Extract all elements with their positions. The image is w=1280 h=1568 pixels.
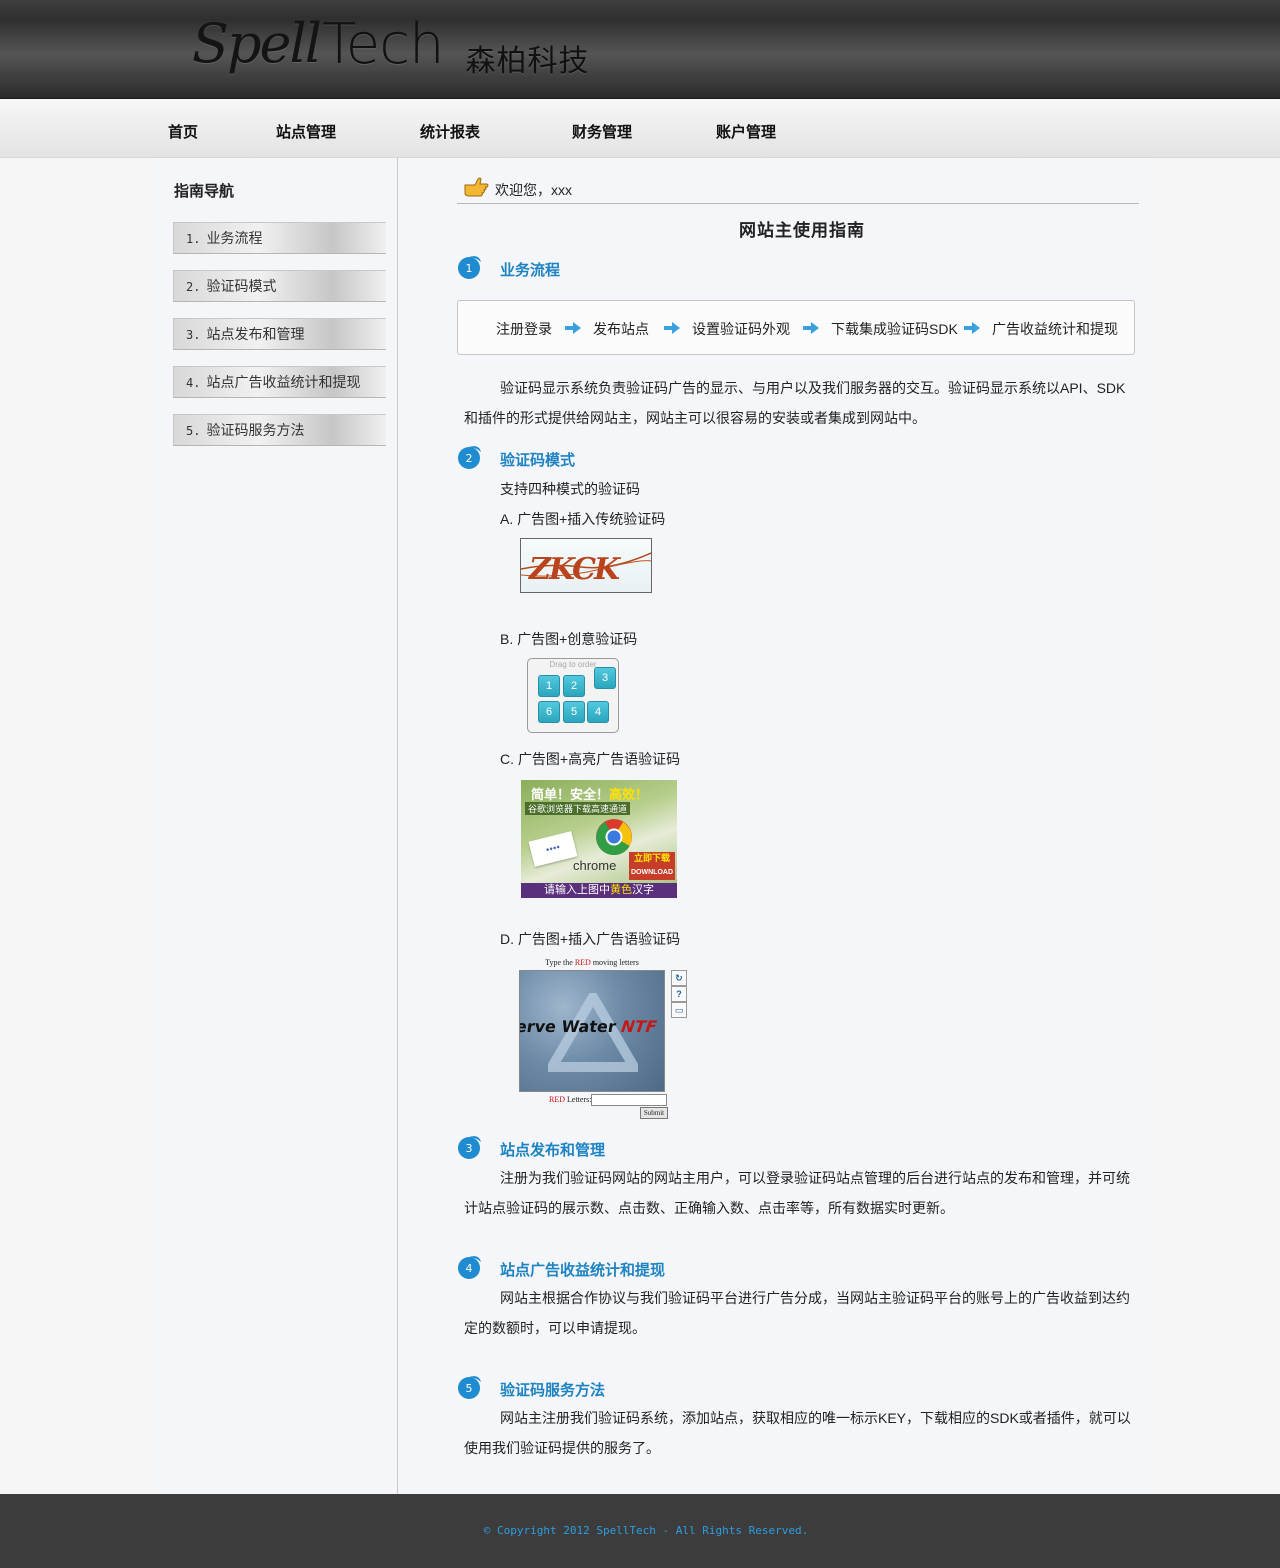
sidebar-item-service-method[interactable]: 5. 验证码服务方法 bbox=[173, 414, 386, 446]
section-number: 1 bbox=[466, 262, 473, 275]
sidebar-item-number: 2. bbox=[186, 280, 201, 294]
chrome-logo-icon bbox=[596, 819, 632, 856]
section4-paragraph: 网站主根据合作协议与我们验证码平台进行广告分成，当网站主验证码平台的账号上的广告… bbox=[464, 1290, 1130, 1336]
guide-main: 欢迎您，xxx 网站主使用指南 1 业务流程 注册登录 发布站点 设置验证码外观… bbox=[457, 158, 1141, 1494]
captcha-tile[interactable]: 1 bbox=[538, 675, 560, 697]
arrow-right-icon bbox=[803, 322, 819, 334]
captcha-a-image: ZKCK bbox=[520, 538, 652, 593]
help-icon[interactable]: ? bbox=[671, 986, 687, 1002]
ad-card: ●●●● bbox=[528, 831, 578, 867]
main-nav: 首页 站点管理 统计报表 财务管理 账户管理 bbox=[0, 99, 1280, 158]
sidebar-item-label: 业务流程 bbox=[206, 230, 263, 246]
section-number: 4 bbox=[466, 1262, 473, 1275]
section3-paragraph: 注册为我们验证码网站的网站主用户，可以登录验证码站点管理的后台进行站点的发布和管… bbox=[464, 1170, 1130, 1216]
chrome-wordmark: chrome bbox=[573, 858, 617, 873]
section1-paragraph: 验证码显示系统负责验证码广告的显示、与用户以及我们服务器的交互。验证码显示系统以… bbox=[464, 380, 1126, 426]
sidebar-item-number: 4. bbox=[186, 376, 201, 390]
captcha-tile[interactable]: 2 bbox=[563, 675, 585, 697]
section-title-revenue: 站点广告收益统计和提现 bbox=[500, 1262, 666, 1279]
ad-subtitle: 谷歌浏览器下载高速通道 bbox=[525, 802, 631, 815]
site-logo[interactable]: SpellTech 森柏科技 bbox=[192, 12, 590, 92]
sidebar-item-label: 验证码服务方法 bbox=[206, 422, 305, 438]
content-area: 指南导航 1. 业务流程 2. 验证码模式 3. 站点发布和管理 4. 站点广告收益统计… bbox=[151, 158, 1153, 1494]
section-number-icon: 4 bbox=[458, 1256, 481, 1279]
sidebar-item-number: 1. bbox=[186, 232, 201, 246]
captcha-c-prompt: 请输入上图中黄色汉字 bbox=[521, 883, 677, 898]
download-button[interactable]: 立即下载 DOWNLOAD bbox=[629, 852, 675, 880]
section-number-icon: 3 bbox=[458, 1136, 481, 1159]
sidebar-item-label: 站点广告收益统计和提现 bbox=[206, 374, 361, 390]
business-flow-box: 注册登录 发布站点 设置验证码外观 下载集成验证码SDK 广告收益统计和提现 bbox=[457, 300, 1135, 355]
section-number-icon: 2 bbox=[458, 446, 481, 469]
welcome-bar: 欢迎您，xxx bbox=[457, 176, 1139, 204]
flow-step: 发布站点 bbox=[593, 321, 649, 337]
mode-a-label: A. 广告图+插入传统验证码 bbox=[500, 511, 666, 527]
sidebar-item-revenue-withdrawal[interactable]: 4. 站点广告收益统计和提现 bbox=[173, 366, 386, 398]
captcha-d-submit-button[interactable]: Submit bbox=[640, 1107, 668, 1119]
nav-item-home[interactable]: 首页 bbox=[168, 121, 198, 142]
arrow-right-icon bbox=[565, 322, 581, 334]
captcha-d-image: erve Water NTF bbox=[519, 970, 665, 1092]
mode-b-label: B. 广告图+创意验证码 bbox=[500, 631, 638, 647]
logo-cn-text: 森柏科技 bbox=[465, 44, 590, 79]
audio-icon[interactable]: ▭ bbox=[671, 1002, 687, 1018]
sidebar-item-site-publishing[interactable]: 3. 站点发布和管理 bbox=[173, 318, 386, 350]
guide-sidebar: 指南导航 1. 业务流程 2. 验证码模式 3. 站点发布和管理 4. 站点广告收益统计… bbox=[151, 158, 398, 1494]
welcome-text: 欢迎您，xxx bbox=[495, 182, 572, 198]
captcha-d-instruction: Type the RED moving letters bbox=[545, 958, 639, 967]
flow-step: 设置验证码外观 bbox=[692, 321, 790, 337]
sidebar-item-label: 验证码模式 bbox=[206, 278, 277, 294]
page-title: 网站主使用指南 bbox=[739, 221, 865, 240]
site-header: SpellTech 森柏科技 bbox=[0, 0, 1280, 99]
flow-step: 注册登录 bbox=[496, 321, 552, 337]
flow-step: 下载集成验证码SDK bbox=[831, 321, 958, 337]
captcha-d-input-label: RED Letters: bbox=[549, 1095, 592, 1104]
nav-item-account[interactable]: 账户管理 bbox=[716, 121, 776, 142]
captcha-d-input[interactable] bbox=[591, 1094, 667, 1106]
section5-paragraph: 网站主注册我们验证码系统，添加站点，获取相应的唯一标示KEY，下载相应的SDK或… bbox=[464, 1410, 1131, 1456]
section-number: 2 bbox=[466, 452, 473, 465]
section-title-service-method: 验证码服务方法 bbox=[500, 1382, 606, 1399]
logo-script-text: Spell bbox=[192, 12, 322, 75]
sidebar-title: 指南导航 bbox=[174, 183, 235, 200]
section-number: 3 bbox=[466, 1142, 473, 1155]
nav-item-statistics[interactable]: 统计报表 bbox=[420, 121, 480, 142]
sidebar-item-label: 站点发布和管理 bbox=[206, 326, 305, 342]
mode-d-label: D. 广告图+插入广告语验证码 bbox=[500, 931, 681, 947]
captcha-d-widget: Type the RED moving letters erve Water N… bbox=[519, 958, 694, 1123]
ad-slogan: 简单！安全！高效！ bbox=[531, 787, 649, 802]
nav-item-site-management[interactable]: 站点管理 bbox=[276, 121, 336, 142]
logo-tech-text: Tech bbox=[322, 12, 444, 77]
captcha-b-image[interactable]: Drag to order 1 2 3 6 5 4 bbox=[527, 658, 619, 733]
flow-step: 广告收益统计和提现 bbox=[992, 321, 1118, 337]
refresh-icon[interactable]: ↻ bbox=[671, 970, 687, 986]
captcha-d-word: erve Water NTF bbox=[519, 1017, 659, 1036]
section-title-business-flow: 业务流程 bbox=[500, 262, 561, 279]
pointing-hand-icon bbox=[463, 176, 489, 201]
copyright-text: © Copyright 2012 SpellTech - All Rights … bbox=[483, 1524, 809, 1537]
sidebar-item-business-flow[interactable]: 1. 业务流程 bbox=[173, 222, 386, 254]
section-number-icon: 5 bbox=[458, 1376, 481, 1399]
sidebar-item-captcha-modes[interactable]: 2. 验证码模式 bbox=[173, 270, 386, 302]
mode-c-label: C. 广告图+高亮广告语验证码 bbox=[500, 751, 681, 767]
captcha-tile[interactable]: 6 bbox=[538, 701, 560, 723]
arrow-right-icon bbox=[964, 322, 980, 334]
sidebar-item-number: 5. bbox=[186, 424, 201, 438]
section-title-captcha-modes: 验证码模式 bbox=[500, 452, 576, 469]
section2-intro: 支持四种模式的验证码 bbox=[500, 481, 640, 497]
captcha-tile[interactable]: 4 bbox=[587, 701, 609, 723]
captcha-tile[interactable]: 3 bbox=[594, 667, 616, 689]
site-footer: © Copyright 2012 SpellTech - All Rights … bbox=[0, 1494, 1280, 1568]
captcha-a-text: ZKCK bbox=[528, 552, 622, 587]
arrow-right-icon bbox=[664, 322, 680, 334]
captcha-tile[interactable]: 5 bbox=[563, 701, 585, 723]
nav-item-finance[interactable]: 财务管理 bbox=[572, 121, 632, 142]
section-number: 5 bbox=[466, 1382, 473, 1395]
sidebar-item-number: 3. bbox=[186, 328, 201, 342]
captcha-c-ad-image: 简单！安全！高效！ 谷歌浏览器下载高速通道 ●●●● chrome 立即下载 DO… bbox=[521, 780, 677, 898]
section-number-icon: 1 bbox=[458, 256, 481, 279]
section-title-site-publishing: 站点发布和管理 bbox=[500, 1142, 606, 1159]
